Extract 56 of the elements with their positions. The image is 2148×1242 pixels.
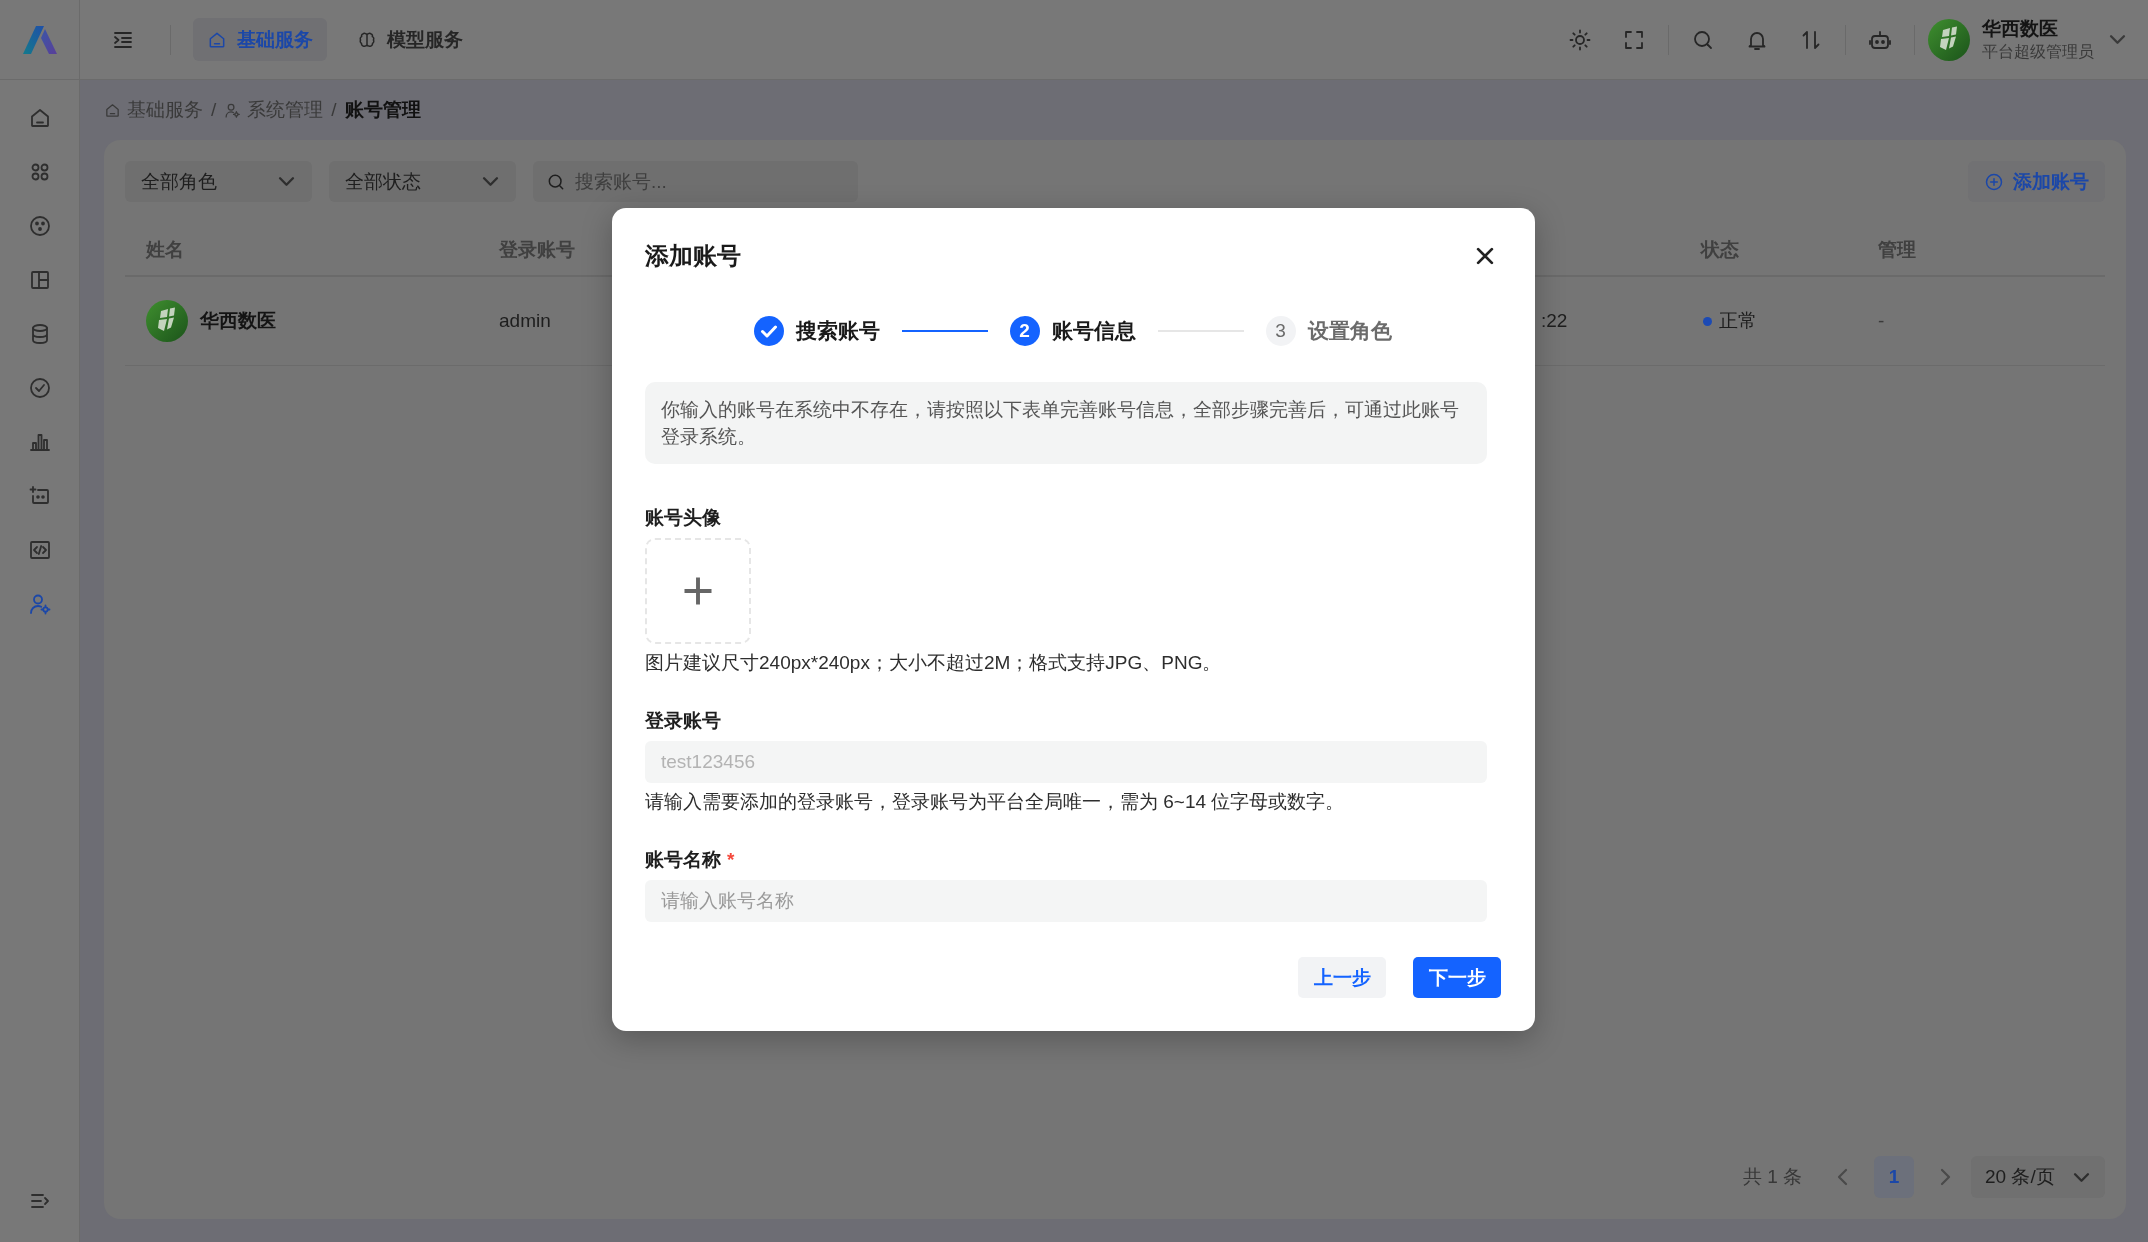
input-field[interactable]: 请输入账号名称 <box>645 880 1487 922</box>
chevron-down-icon <box>2074 1172 2089 1182</box>
dots-circle-icon[interactable] <box>27 214 52 238</box>
chevron-down-icon <box>483 177 498 186</box>
field-label: 登录账号 <box>645 709 721 733</box>
chevron-down-icon[interactable] <box>2110 35 2125 44</box>
filter-select[interactable]: 全部角色 <box>125 161 312 202</box>
step-number: 2 <box>1009 316 1040 346</box>
avatar-icon <box>146 300 188 342</box>
step-number: 3 <box>1265 316 1296 346</box>
breadcrumb-current: 账号管理 <box>344 98 421 122</box>
home-icon <box>104 101 121 119</box>
sun-icon[interactable] <box>1568 27 1592 52</box>
field-label: 账号头像 <box>645 506 721 530</box>
next-button[interactable]: 下一步 <box>1413 957 1501 998</box>
step-check-icon <box>753 316 784 346</box>
user-name: 华西数医 <box>1982 16 2059 40</box>
step-label: 搜索账号 <box>795 318 880 344</box>
check-circle-icon[interactable] <box>27 376 52 400</box>
total-count: 共 1 条 <box>1742 1165 1802 1189</box>
step-label: 账号信息 <box>1051 318 1136 344</box>
close-icon[interactable] <box>1477 248 1493 264</box>
breadcrumb-separator: / <box>331 99 337 121</box>
user-settings-icon[interactable] <box>27 592 52 616</box>
breadcrumb-separator: / <box>211 99 217 121</box>
info-notice: 你输入的账号在系统中不存在，请按照以下表单完善账号信息，全部步骤完善后，可通过此账号登录系统。 <box>645 382 1487 464</box>
avatar-icon[interactable] <box>1928 18 1970 61</box>
table-cell: admin <box>499 310 551 332</box>
help-text: 请输入需要添加的登录账号，登录账号为平台全局唯一，需为 6~14 位字母或数字。 <box>645 790 1346 814</box>
search-icon <box>546 172 566 192</box>
chevron-down-icon <box>279 177 294 186</box>
nav-tab[interactable]: 基础服务 <box>193 18 327 61</box>
user-role: 平台超级管理员 <box>1982 41 2094 62</box>
chevron-right-icon[interactable] <box>1941 1169 1950 1185</box>
page-size-select[interactable]: 20 条/页 <box>1971 1156 2105 1198</box>
table-cell: :22 <box>1541 310 1568 332</box>
filter-select[interactable]: 全部状态 <box>329 161 516 202</box>
table-cell-text: 正常 <box>1719 309 1757 333</box>
nav-tab[interactable]: 模型服务 <box>343 18 477 61</box>
logo-icon <box>21 24 58 55</box>
step-label: 设置角色 <box>1307 318 1392 344</box>
breadcrumb-link[interactable]: 基础服务 <box>104 97 203 123</box>
add-button[interactable]: 添加账号 <box>1968 161 2105 202</box>
plus-circle-icon <box>1984 171 2004 192</box>
page-button[interactable]: 1 <box>1874 1156 1914 1198</box>
code-icon[interactable] <box>27 538 52 562</box>
chevron-left-icon[interactable] <box>1838 1169 1847 1185</box>
previous-button[interactable]: 上一步 <box>1298 957 1386 998</box>
table-cell-text: 华西数医 <box>200 309 276 333</box>
help-text: 图片建议尺寸240px*240px；大小不超过2M；格式支持JPG、PNG。 <box>645 651 1223 675</box>
user-settings-icon <box>224 101 242 119</box>
field-label: 账号名称 <box>645 848 721 872</box>
breadcrumb-link[interactable]: 系统管理 <box>224 97 324 123</box>
required-mark: * <box>727 849 735 871</box>
modal-title: 添加账号 <box>645 241 741 271</box>
table-cell: - <box>1878 310 1885 332</box>
